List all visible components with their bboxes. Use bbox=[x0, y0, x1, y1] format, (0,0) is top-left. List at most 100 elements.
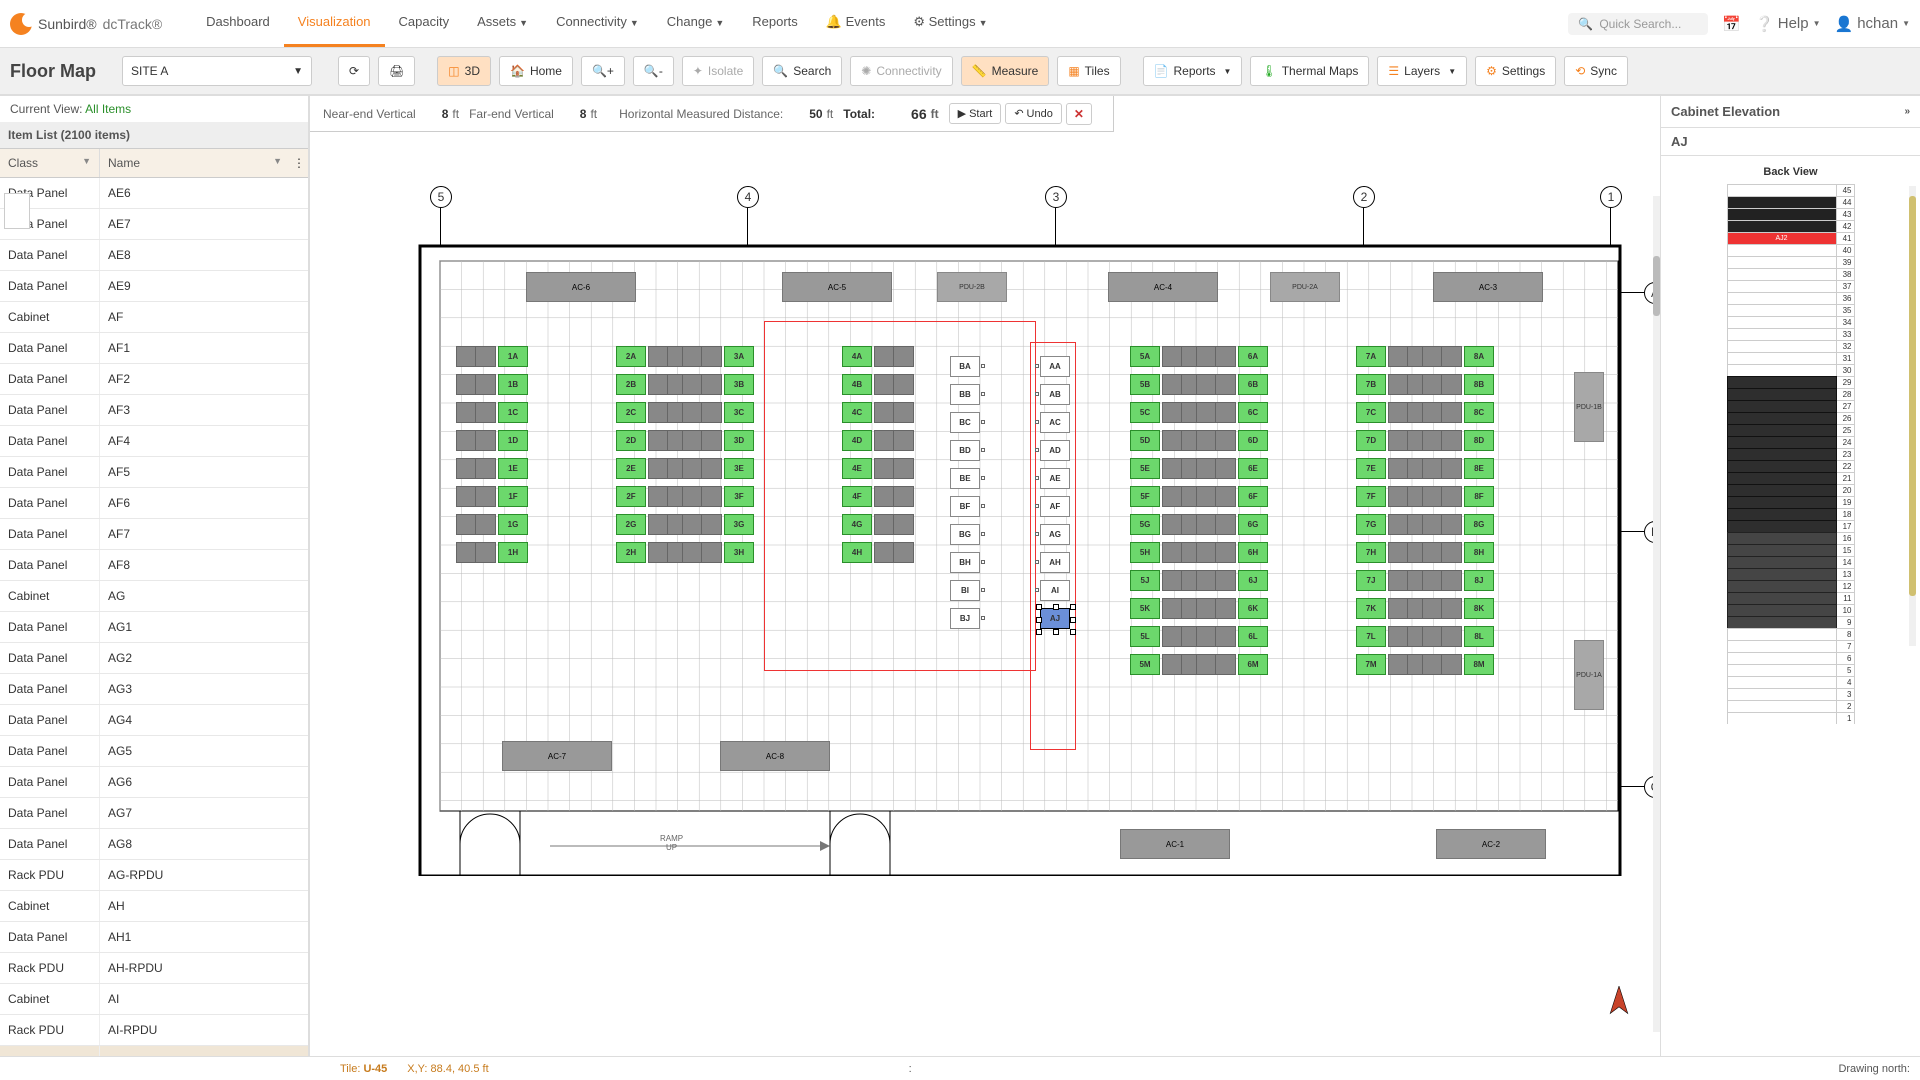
nav-settings[interactable]: ⚙ Settings▼ bbox=[899, 0, 1001, 47]
ru-slot[interactable] bbox=[1727, 580, 1837, 592]
cabinet[interactable]: 8F bbox=[1464, 486, 1494, 507]
cabinet[interactable]: AG bbox=[1040, 524, 1070, 545]
item-row[interactable]: CabinetAF bbox=[0, 302, 308, 333]
cabinet[interactable]: 5M bbox=[1130, 654, 1160, 675]
cabinet[interactable]: 7J bbox=[1356, 570, 1386, 591]
item-row[interactable]: Data PanelAG7 bbox=[0, 798, 308, 829]
ru-slot[interactable] bbox=[1727, 388, 1837, 400]
cabinet[interactable]: 6M bbox=[1238, 654, 1268, 675]
ru-slot[interactable] bbox=[1727, 220, 1837, 232]
ru-slot[interactable] bbox=[1727, 436, 1837, 448]
nav-visualization[interactable]: Visualization bbox=[284, 0, 385, 47]
print-button[interactable]: 🖨 bbox=[378, 56, 415, 86]
ru-slot[interactable] bbox=[1727, 484, 1837, 496]
cabinet[interactable]: 2E bbox=[616, 458, 646, 479]
ac-unit[interactable]: AC-8 bbox=[720, 741, 830, 771]
cabinet[interactable]: 6B bbox=[1238, 374, 1268, 395]
cabinet[interactable]: 6D bbox=[1238, 430, 1268, 451]
ru-slot[interactable] bbox=[1727, 496, 1837, 508]
cabinet[interactable]: 7E bbox=[1356, 458, 1386, 479]
ru-slot[interactable] bbox=[1727, 628, 1837, 640]
ru-slot[interactable] bbox=[1727, 196, 1837, 208]
item-row[interactable]: Data PanelAF8 bbox=[0, 550, 308, 581]
zoom-in-button[interactable]: 🔍+ bbox=[581, 56, 625, 86]
ac-unit[interactable]: AC-6 bbox=[526, 272, 636, 302]
cabinet[interactable]: AB bbox=[1040, 384, 1070, 405]
cabinet[interactable]: 5B bbox=[1130, 374, 1160, 395]
ru-slot[interactable] bbox=[1727, 340, 1837, 352]
cabinet[interactable]: 3C bbox=[724, 402, 754, 423]
ru-slot[interactable] bbox=[1727, 268, 1837, 280]
cabinet[interactable]: BA bbox=[950, 356, 980, 377]
item-row[interactable]: Data PanelAF5 bbox=[0, 457, 308, 488]
cabinet[interactable]: 1A bbox=[498, 346, 528, 367]
cabinet[interactable]: AE bbox=[1040, 468, 1070, 489]
cabinet[interactable]: 7L bbox=[1356, 626, 1386, 647]
item-row[interactable]: Rack PDUAG-RPDU bbox=[0, 860, 308, 891]
floorplan[interactable]: 54321ABCAC-6AC-5AC-4AC-3AC-7AC-8AC-1AC-2… bbox=[390, 216, 1630, 866]
cabinet[interactable]: 1F bbox=[498, 486, 528, 507]
cabinet[interactable]: 1E bbox=[498, 458, 528, 479]
item-row[interactable]: Data PanelAG2 bbox=[0, 643, 308, 674]
item-row[interactable]: Rack PDUAI-RPDU bbox=[0, 1015, 308, 1046]
cabinet[interactable]: 4C bbox=[842, 402, 872, 423]
cabinet[interactable]: 8G bbox=[1464, 514, 1494, 535]
ac-unit[interactable]: AC-3 bbox=[1433, 272, 1543, 302]
item-row[interactable]: Data PanelAE9 bbox=[0, 271, 308, 302]
cabinet[interactable]: 2D bbox=[616, 430, 646, 451]
cabinet[interactable]: 7A bbox=[1356, 346, 1386, 367]
reports-button[interactable]: 📄Reports bbox=[1143, 56, 1243, 86]
cabinet[interactable]: 8L bbox=[1464, 626, 1494, 647]
item-row[interactable]: Data PanelAG4 bbox=[0, 705, 308, 736]
measure-close-button[interactable]: ✕ bbox=[1066, 103, 1092, 125]
nav-dashboard[interactable]: Dashboard bbox=[192, 0, 284, 47]
cabinet[interactable]: 6C bbox=[1238, 402, 1268, 423]
cabinet[interactable]: 4D bbox=[842, 430, 872, 451]
cabinet[interactable]: 1B bbox=[498, 374, 528, 395]
column-options-button[interactable]: ⋮ bbox=[290, 149, 308, 177]
cabinet[interactable]: 7H bbox=[1356, 542, 1386, 563]
ru-slot[interactable] bbox=[1727, 460, 1837, 472]
ru-slot[interactable] bbox=[1727, 544, 1837, 556]
ru-slot[interactable] bbox=[1727, 292, 1837, 304]
ru-slot[interactable] bbox=[1727, 400, 1837, 412]
cabinet[interactable]: 2H bbox=[616, 542, 646, 563]
cabinet[interactable]: 5G bbox=[1130, 514, 1160, 535]
cabinet[interactable]: 6G bbox=[1238, 514, 1268, 535]
cabinet[interactable]: 5H bbox=[1130, 542, 1160, 563]
cabinet[interactable]: 8K bbox=[1464, 598, 1494, 619]
tiles-button[interactable]: ▦Tiles bbox=[1057, 56, 1120, 86]
cabinet[interactable]: 6K bbox=[1238, 598, 1268, 619]
cabinet[interactable]: 1G bbox=[498, 514, 528, 535]
ru-slot[interactable] bbox=[1727, 280, 1837, 292]
cabinet[interactable]: 5F bbox=[1130, 486, 1160, 507]
ac-unit[interactable]: AC-5 bbox=[782, 272, 892, 302]
ru-slot[interactable] bbox=[1727, 352, 1837, 364]
cabinet[interactable]: BC bbox=[950, 412, 980, 433]
ru-slot[interactable] bbox=[1727, 532, 1837, 544]
ru-slot[interactable] bbox=[1727, 472, 1837, 484]
ru-slot[interactable] bbox=[1727, 700, 1837, 712]
thermal-button[interactable]: 🌡Thermal Maps bbox=[1250, 56, 1369, 86]
measure-start-button[interactable]: ▶Start bbox=[949, 103, 1002, 124]
item-row[interactable]: CabinetAG bbox=[0, 581, 308, 612]
item-row[interactable]: Data PanelAG1 bbox=[0, 612, 308, 643]
help-menu[interactable]: ❔Help▼ bbox=[1755, 15, 1820, 33]
item-row[interactable]: Data PanelAG8 bbox=[0, 829, 308, 860]
cabinet[interactable]: 4E bbox=[842, 458, 872, 479]
elevation-rack[interactable]: AJ2 bbox=[1727, 184, 1837, 724]
item-rows[interactable]: Data PanelAE6Data PanelAE7Data PanelAE8D… bbox=[0, 178, 308, 1056]
cabinet[interactable]: 8J bbox=[1464, 570, 1494, 591]
elevation-scrollbar[interactable] bbox=[1909, 186, 1916, 646]
col-class-header[interactable]: Class▼ bbox=[0, 149, 100, 177]
cabinet[interactable]: 7K bbox=[1356, 598, 1386, 619]
item-row[interactable]: CabinetAH bbox=[0, 891, 308, 922]
item-row[interactable]: Data PanelAG6 bbox=[0, 767, 308, 798]
item-row[interactable]: Rack PDUAH-RPDU bbox=[0, 953, 308, 984]
cabinet[interactable]: 7B bbox=[1356, 374, 1386, 395]
cabinet[interactable]: 8M bbox=[1464, 654, 1494, 675]
ac-unit[interactable]: AC-4 bbox=[1108, 272, 1218, 302]
cabinet[interactable]: 7M bbox=[1356, 654, 1386, 675]
cabinet[interactable]: 5D bbox=[1130, 430, 1160, 451]
layers-button[interactable]: ☰Layers bbox=[1377, 56, 1467, 86]
